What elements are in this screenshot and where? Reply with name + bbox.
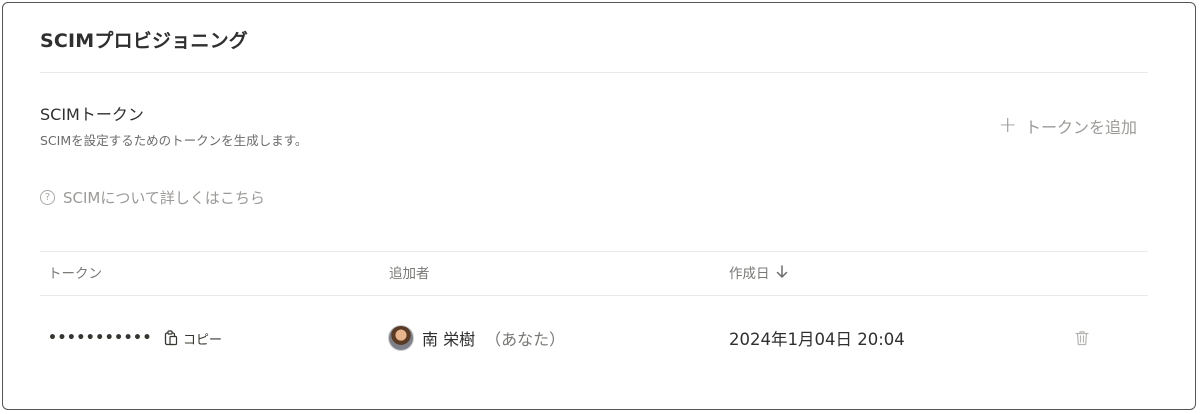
column-header-added-by: 追加者 bbox=[389, 262, 430, 282]
learn-more-link[interactable]: ? SCIMについて詳しくはこちら bbox=[40, 187, 265, 208]
created-at-value: 2024年1月04日 20:04 bbox=[729, 330, 905, 349]
token-section-description: SCIMを設定するためのトークンを生成します。 bbox=[40, 133, 308, 148]
added-by-name: 南 栄樹 bbox=[422, 330, 476, 349]
delete-token-button[interactable] bbox=[1075, 325, 1089, 351]
plus-icon: + bbox=[998, 113, 1017, 138]
column-header-added-by-label: 追加者 bbox=[389, 266, 430, 282]
copy-label: コピー bbox=[182, 332, 222, 348]
token-section-heading: SCIMトークン bbox=[40, 105, 144, 124]
token-cell: ••••••••••• コピー bbox=[48, 325, 222, 351]
table-header-divider bbox=[40, 295, 1148, 296]
clipboard-icon bbox=[164, 330, 178, 346]
column-header-created-at[interactable]: 作成日 bbox=[729, 262, 788, 282]
added-by-cell: 南 栄樹 （あなた） bbox=[388, 325, 565, 351]
masked-token: ••••••••••• bbox=[48, 330, 152, 346]
column-header-token: トークン bbox=[48, 262, 102, 282]
page-title: SCIMプロビジョニング bbox=[40, 30, 249, 52]
divider bbox=[40, 72, 1148, 73]
column-header-created-at-label: 作成日 bbox=[729, 266, 770, 282]
question-circle-icon: ? bbox=[40, 190, 55, 205]
avatar bbox=[388, 325, 414, 351]
you-tag: （あなた） bbox=[485, 330, 566, 349]
column-header-token-label: トークン bbox=[48, 266, 102, 282]
trash-icon bbox=[1075, 331, 1089, 346]
add-token-label: トークンを追加 bbox=[1024, 118, 1137, 137]
created-at-cell: 2024年1月04日 20:04 bbox=[729, 325, 905, 351]
copy-token-button[interactable]: コピー bbox=[164, 329, 222, 348]
learn-more-label: SCIMについて詳しくはこちら bbox=[63, 189, 265, 207]
table-top-divider bbox=[40, 251, 1148, 252]
add-token-button[interactable]: + トークンを追加 bbox=[999, 114, 1137, 138]
arrow-down-icon bbox=[776, 265, 787, 278]
table-bottom-spacer bbox=[40, 378, 1148, 379]
